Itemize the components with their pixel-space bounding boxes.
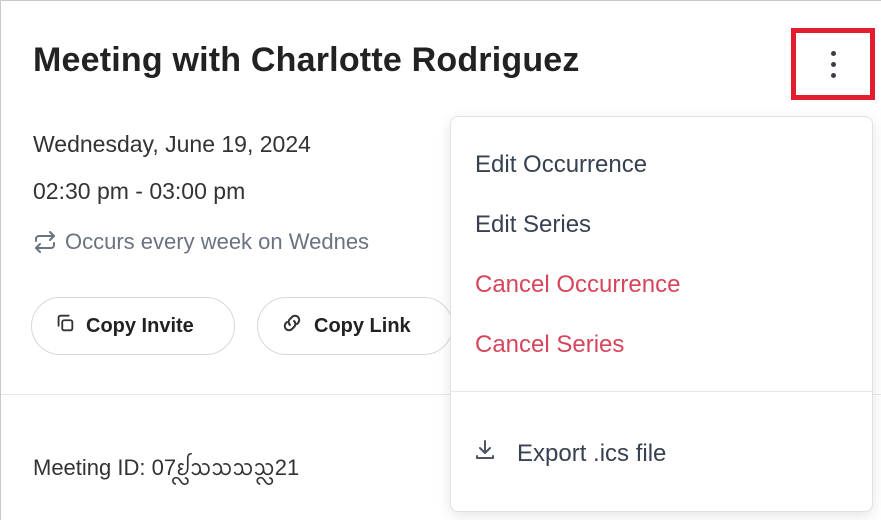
menu-item-export-ics[interactable]: Export .ics file [473,438,666,469]
export-label: Export .ics file [517,439,667,467]
copy-invite-button[interactable]: Copy Invite [31,297,235,355]
repeat-icon [33,230,57,254]
menu-item-cancel-series[interactable]: Cancel Series [475,331,624,359]
more-vertical-icon [830,50,836,78]
meeting-card: Meeting with Charlotte Rodriguez Wednesd… [0,0,881,520]
copy-invite-label: Copy Invite [86,314,194,337]
meeting-date: Wednesday, June 19, 2024 [33,131,311,157]
meeting-id: Meeting ID: 07ᩀᩖᩈᩈᩈᩈᩖ21 [33,455,300,480]
options-menu: Edit Occurrence Edit Series Cancel Occur… [450,116,873,512]
menu-item-cancel-occurrence[interactable]: Cancel Occurrence [475,271,680,299]
meeting-time: 02:30 pm - 03:00 pm [33,178,246,204]
link-icon [280,311,304,341]
menu-item-edit-occurrence[interactable]: Edit Occurrence [475,151,647,179]
copy-icon [54,312,76,340]
copy-link-button[interactable]: Copy Link [257,297,453,355]
menu-divider [451,391,872,392]
meeting-title: Meeting with Charlotte Rodriguez [33,41,580,79]
menu-item-edit-series[interactable]: Edit Series [475,211,591,239]
recurrence-info: Occurs every week on Wednes [33,227,453,257]
download-icon [473,438,497,469]
copy-link-label: Copy Link [314,314,411,337]
more-options-button[interactable] [791,28,875,100]
recurrence-text: Occurs every week on Wednes [65,229,370,254]
